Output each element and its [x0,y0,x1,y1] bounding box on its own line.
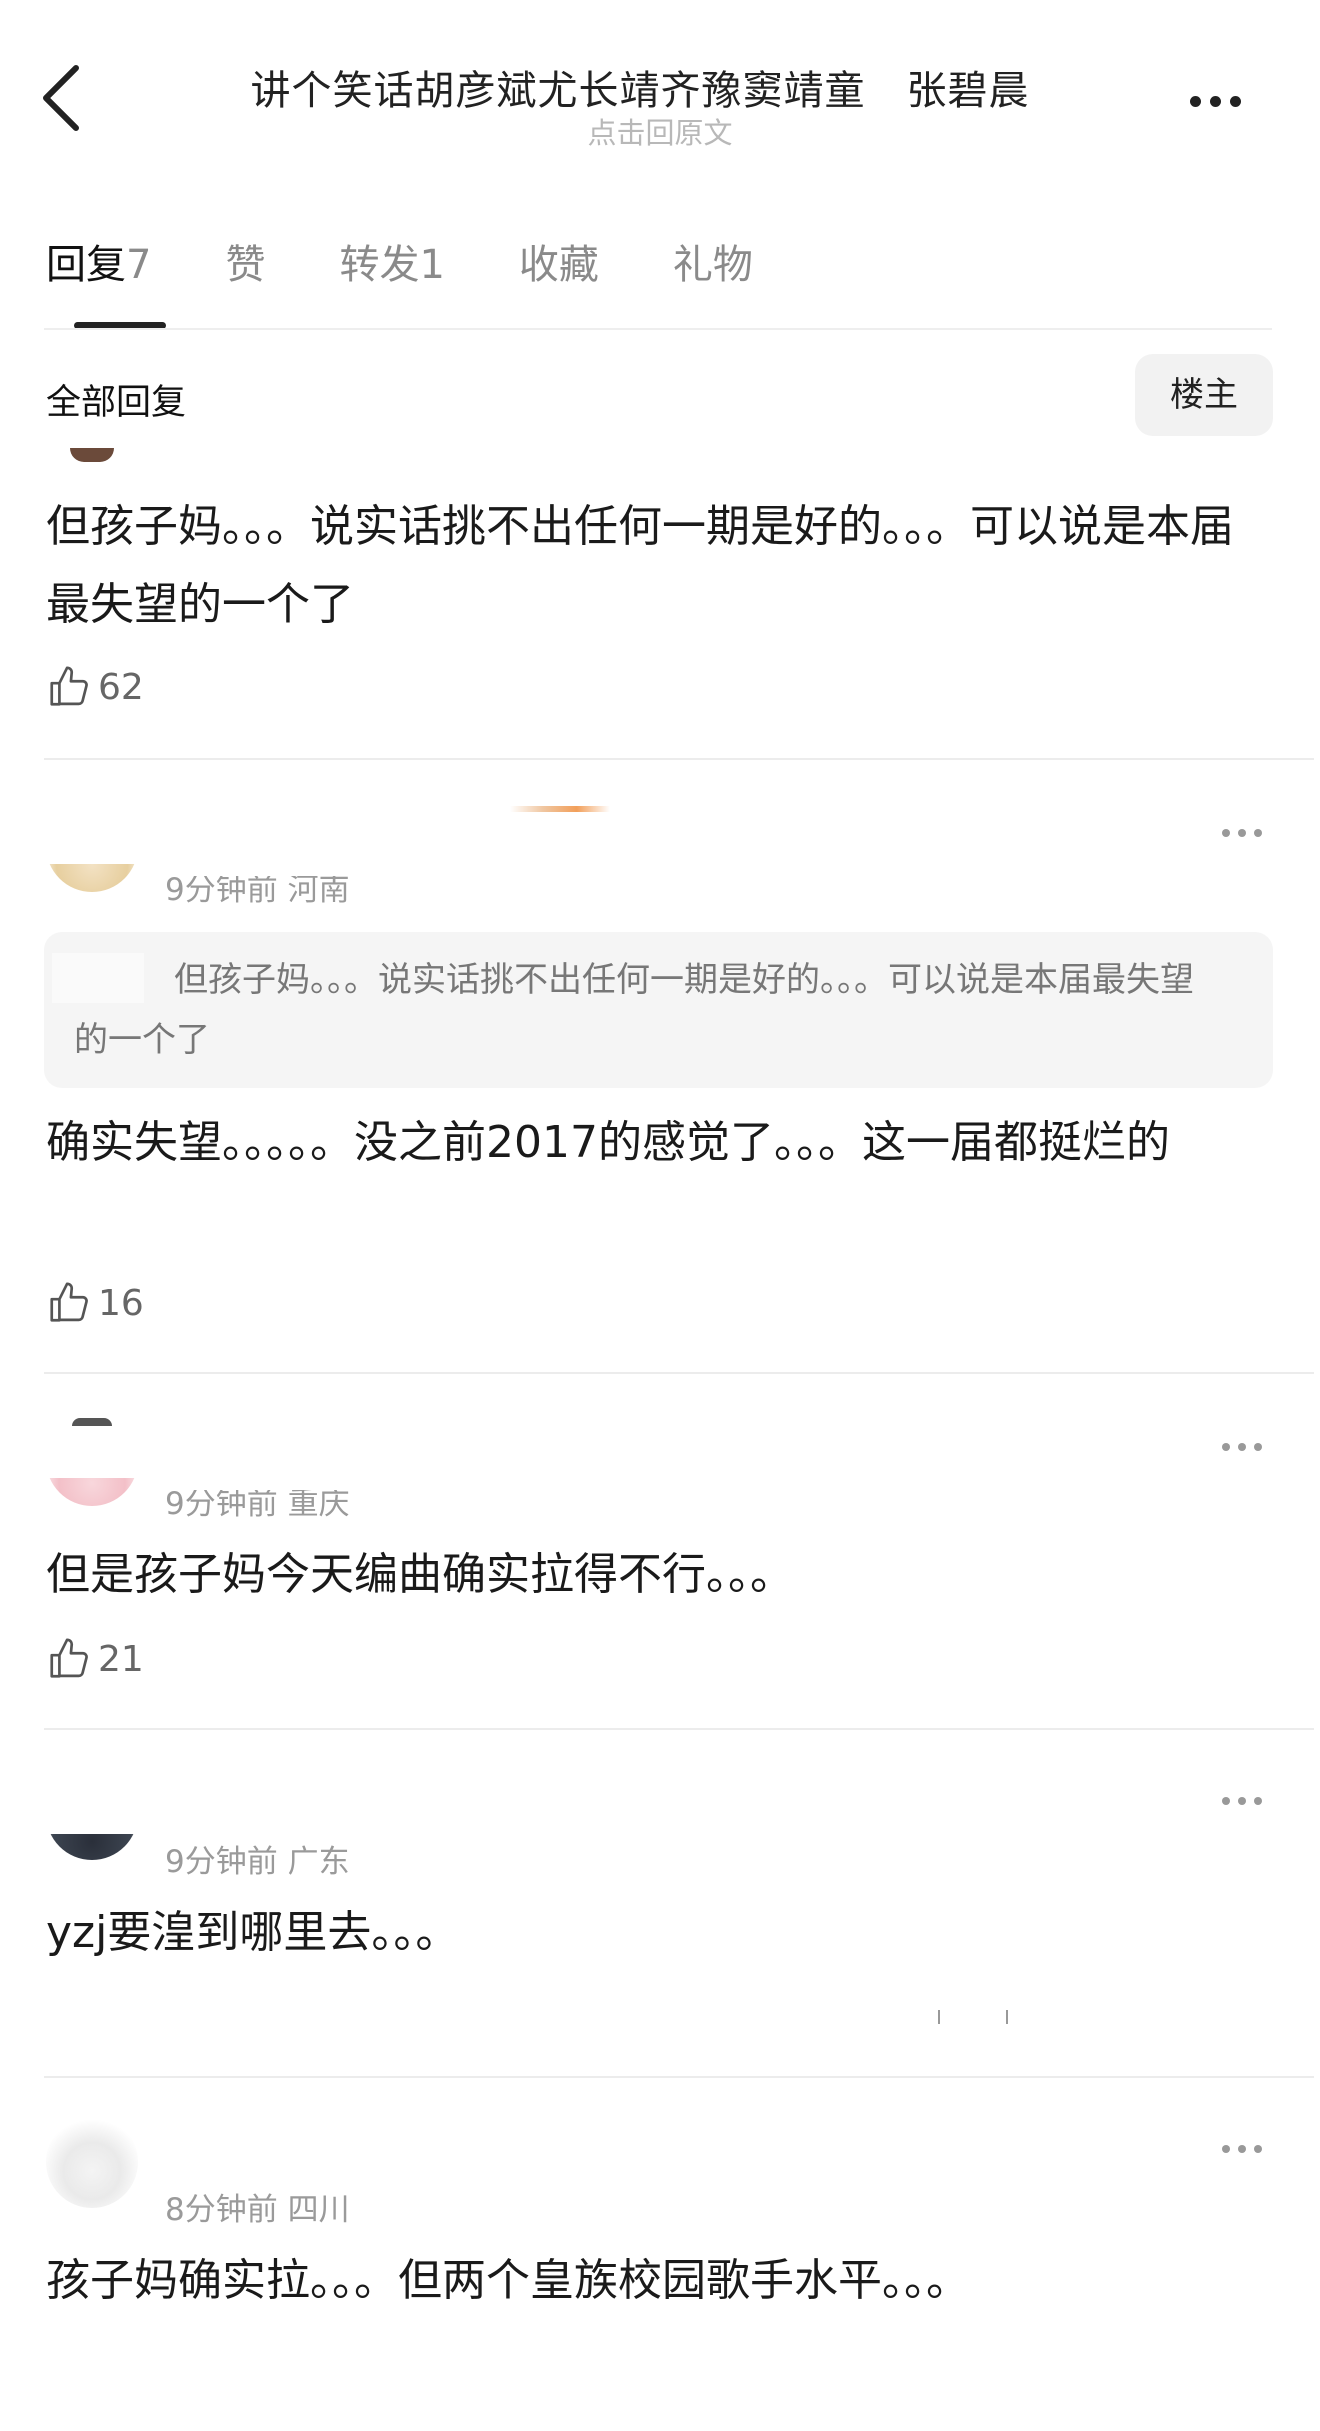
like-button[interactable]: 16 [46,1280,144,1326]
more-dots-icon [1190,96,1201,107]
like-count: 21 [98,1638,144,1680]
comment-more-button[interactable] [1222,2138,1282,2154]
comment-more-button[interactable] [1222,1436,1282,1452]
back-button[interactable] [38,62,90,134]
tabs-divider [44,328,1272,330]
divider [44,758,1314,760]
tab-reposts[interactable]: 转发1 [339,232,444,302]
thumbs-up-icon [50,1638,88,1678]
comment-text: 孩子妈确实拉。。。但两个皇族校园歌手水平。。。 [46,2255,970,2306]
comment-meta: 9分钟前 广东 [165,1844,350,1880]
avatar [70,448,114,462]
like-button[interactable]: 21 [46,1636,144,1682]
quoted-comment-text: 但孩子妈。。。说实话挑不出任何一期是好的。。。可以说是本届最失望的一个了 [74,960,1194,1060]
comment-more-button[interactable] [1222,822,1282,838]
tab-gifts[interactable]: 礼物 [673,232,753,302]
chevron-left-icon [43,65,79,131]
like-count: 62 [98,666,144,708]
more-dots-icon [1222,1443,1230,1451]
all-replies-label: 全部回复 [46,383,187,423]
comment-text: yzj要湟到哪里去。。。 [46,1907,460,1958]
comment-text: 确实失望。。。。。没之前2017的感觉了。。。这一届都挺烂的 [46,1117,1170,1168]
more-dots-icon [1222,1797,1230,1805]
divider [44,1728,1314,1730]
more-dots-icon [1222,2145,1230,2153]
comment-text: 但是孩子妈今天编曲确实拉得不行。。。 [46,1549,794,1600]
tab-favorites[interactable]: 收藏 [519,232,599,302]
back-to-original-link[interactable]: 点击回原文 [470,110,850,152]
divider [44,1372,1314,1374]
tab-likes[interactable]: 赞 [225,232,265,302]
comment-meta: 8分钟前 四川 [165,2192,350,2228]
comment-more-button[interactable] [1222,1790,1282,1806]
avatar[interactable] [46,2116,138,2208]
tab-bar: 回复7 赞 转发1 收藏 礼物 [46,232,827,302]
tab-replies[interactable]: 回复7 [46,232,151,302]
divider [44,2076,1314,2078]
thumbs-up-icon [50,1282,88,1322]
post-title: 讲个笑话胡彦斌尤长靖齐豫窦靖童 张碧晨 [250,68,1030,114]
more-dots-icon [1222,829,1230,837]
thread-owner-button[interactable]: 楼主 [1135,354,1273,436]
username-fragment [510,806,610,812]
thumbs-up-icon [50,666,88,706]
like-button[interactable]: 62 [46,664,144,710]
comment-text: 但孩子妈。。。说实话挑不出任何一期是好的。。。可以说是本届最失望的一个了 [46,501,1234,630]
more-options-button[interactable] [1190,92,1260,116]
like-count: 16 [98,1282,144,1324]
image-fragment [938,2010,1008,2024]
